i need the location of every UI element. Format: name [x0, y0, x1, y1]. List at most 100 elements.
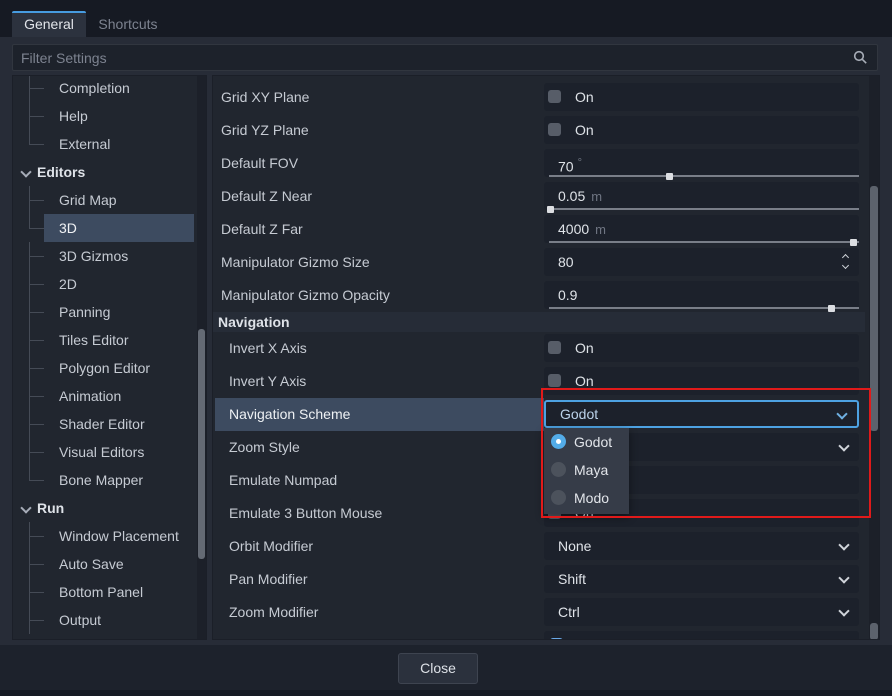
footer-overlay: Close: [0, 645, 892, 690]
checkbox-icon[interactable]: [548, 341, 561, 354]
filter-settings-bar: [12, 44, 878, 71]
setting-label: Emulate 3 Button Mouse: [229, 497, 382, 530]
setting-label: Orbit Modifier: [229, 530, 313, 563]
setting-row-warped-mouse-panning: Warped Mouse Panning: [213, 629, 879, 640]
default-z-near-field[interactable]: 0.05m: [544, 182, 859, 210]
sidebar-scrollbar-thumb[interactable]: [198, 329, 205, 559]
slider-handle[interactable]: [547, 206, 554, 213]
manipulator-gizmo-opacity-field[interactable]: 0.9: [544, 281, 859, 309]
navigation-scheme-dropdown[interactable]: Godot: [544, 400, 859, 428]
checkbox-icon[interactable]: [548, 374, 561, 387]
setting-row-default-fov: Default FOV 70 °: [213, 147, 879, 180]
tree-item-editors[interactable]: Editors: [13, 158, 206, 186]
pan-modifier-dropdown[interactable]: Shift: [544, 565, 859, 593]
setting-row-pan-modifier: Pan Modifier Shift: [213, 563, 879, 596]
default-fov-field[interactable]: 70 °: [544, 149, 859, 177]
setting-row-invert-y-axis: Invert Y Axis On: [213, 365, 879, 398]
tree-item-run[interactable]: Run: [13, 494, 206, 522]
setting-label: Default Z Near: [221, 180, 312, 213]
tree-item-bottom-panel[interactable]: Bottom Panel: [13, 578, 206, 606]
setting-row-manipulator-gizmo-size: Manipulator Gizmo Size 80: [213, 246, 879, 279]
slider-track[interactable]: [549, 175, 859, 177]
radio-selected-icon: [551, 434, 566, 449]
dropdown-value: Godot: [560, 400, 598, 428]
manipulator-gizmo-size-spinner[interactable]: 80: [544, 248, 859, 276]
slider-handle[interactable]: [828, 305, 835, 312]
tree-item-3d-gizmos[interactable]: 3D Gizmos: [13, 242, 206, 270]
tab-general[interactable]: General: [12, 11, 86, 37]
tree-item-auto-save[interactable]: Auto Save: [13, 550, 206, 578]
tree-collapse-icon[interactable]: [20, 502, 31, 513]
dropdown-value: Ctrl: [558, 598, 580, 626]
tree-item-shader-editor[interactable]: Shader Editor: [13, 410, 206, 438]
tree-item-bone-mapper[interactable]: Bone Mapper: [13, 466, 206, 494]
tree-item-3d[interactable]: 3D: [13, 214, 206, 242]
tree-collapse-icon[interactable]: [20, 166, 31, 177]
setting-label: Zoom Style: [229, 431, 300, 464]
field-value: 70: [558, 159, 574, 175]
slider-track[interactable]: [549, 241, 859, 243]
navigation-scheme-popup: Godot Maya Modo: [544, 428, 629, 514]
setting-label: Manipulator Gizmo Size: [221, 246, 370, 279]
setting-row-grid-yz-plane: Grid YZ Plane On: [213, 114, 879, 147]
setting-label: Invert Y Axis: [229, 365, 306, 398]
section-header-navigation: Navigation: [213, 312, 865, 332]
tree-item-window-placement[interactable]: Window Placement: [13, 522, 206, 550]
slider-handle[interactable]: [850, 239, 857, 246]
slider-track[interactable]: [549, 307, 859, 309]
tree-item-grid-map[interactable]: Grid Map: [13, 186, 206, 214]
tab-shortcuts[interactable]: Shortcuts: [90, 11, 166, 37]
invert-y-axis-checkbox-cell[interactable]: On: [544, 367, 859, 395]
tree-item-visual-editors[interactable]: Visual Editors: [13, 438, 206, 466]
tree-item-output[interactable]: Output: [13, 606, 206, 634]
zoom-modifier-dropdown[interactable]: Ctrl: [544, 598, 859, 626]
tree-item-polygon-editor[interactable]: Polygon Editor: [13, 354, 206, 382]
tree-item-animation[interactable]: Animation: [13, 382, 206, 410]
invert-x-axis-checkbox-cell[interactable]: On: [544, 334, 859, 362]
checkbox-icon[interactable]: [548, 123, 561, 136]
radio-unselected-icon: [551, 462, 566, 477]
spinner-icon[interactable]: [842, 255, 850, 269]
unit-label: m: [595, 222, 606, 237]
warped-mouse-panning-checkbox-cell[interactable]: [544, 631, 859, 640]
filter-input[interactable]: [13, 45, 877, 70]
checkbox-checked-icon[interactable]: [550, 638, 563, 640]
orbit-modifier-dropdown[interactable]: None: [544, 532, 859, 560]
dropdown-chevron-icon: [838, 440, 849, 451]
checkbox-icon[interactable]: [548, 90, 561, 103]
setting-label: Zoom Modifier: [229, 596, 318, 629]
popup-option-godot[interactable]: Godot: [544, 428, 629, 456]
popup-option-modo[interactable]: Modo: [544, 484, 629, 512]
setting-row-zoom-modifier: Zoom Modifier Ctrl: [213, 596, 879, 629]
grid-xy-plane-checkbox-cell[interactable]: On: [544, 83, 859, 111]
tree-item-help[interactable]: Help: [13, 102, 206, 130]
grid-yz-plane-checkbox-cell[interactable]: On: [544, 116, 859, 144]
dropdown-chevron-icon: [838, 572, 849, 583]
setting-label: Grid XY Plane: [221, 81, 309, 114]
setting-label: Navigation Scheme: [229, 398, 350, 431]
tree-item-panning[interactable]: Panning: [13, 298, 206, 326]
default-z-far-field[interactable]: 4000m: [544, 215, 859, 243]
popup-option-maya[interactable]: Maya: [544, 456, 629, 484]
settings-scrollbar-bottom-segment[interactable]: [870, 623, 878, 640]
unit-label: °: [578, 157, 582, 169]
dropdown-chevron-icon: [838, 539, 849, 550]
setting-label: Default FOV: [221, 147, 298, 180]
tree-item-tiles-editor[interactable]: Tiles Editor: [13, 326, 206, 354]
window-bottom-edge: [0, 690, 892, 696]
slider-track[interactable]: [549, 208, 859, 210]
tree-item-external[interactable]: External: [13, 130, 206, 158]
setting-row-default-z-far: Default Z Far 4000m: [213, 213, 879, 246]
checkbox-label: On: [575, 334, 594, 362]
setting-label: Warped Mouse Panning: [229, 629, 379, 640]
setting-row-manipulator-gizmo-opacity: Manipulator Gizmo Opacity 0.9: [213, 279, 879, 312]
settings-scrollbar-thumb[interactable]: [870, 186, 878, 431]
tree-item-completion[interactable]: Completion: [13, 75, 206, 102]
slider-handle[interactable]: [666, 173, 673, 180]
dropdown-value: Shift: [558, 565, 586, 593]
close-button[interactable]: Close: [398, 653, 478, 684]
setting-label: Invert X Axis: [229, 332, 307, 365]
dropdown-chevron-icon: [838, 605, 849, 616]
checkbox-label: On: [575, 367, 594, 395]
tree-item-2d[interactable]: 2D: [13, 270, 206, 298]
